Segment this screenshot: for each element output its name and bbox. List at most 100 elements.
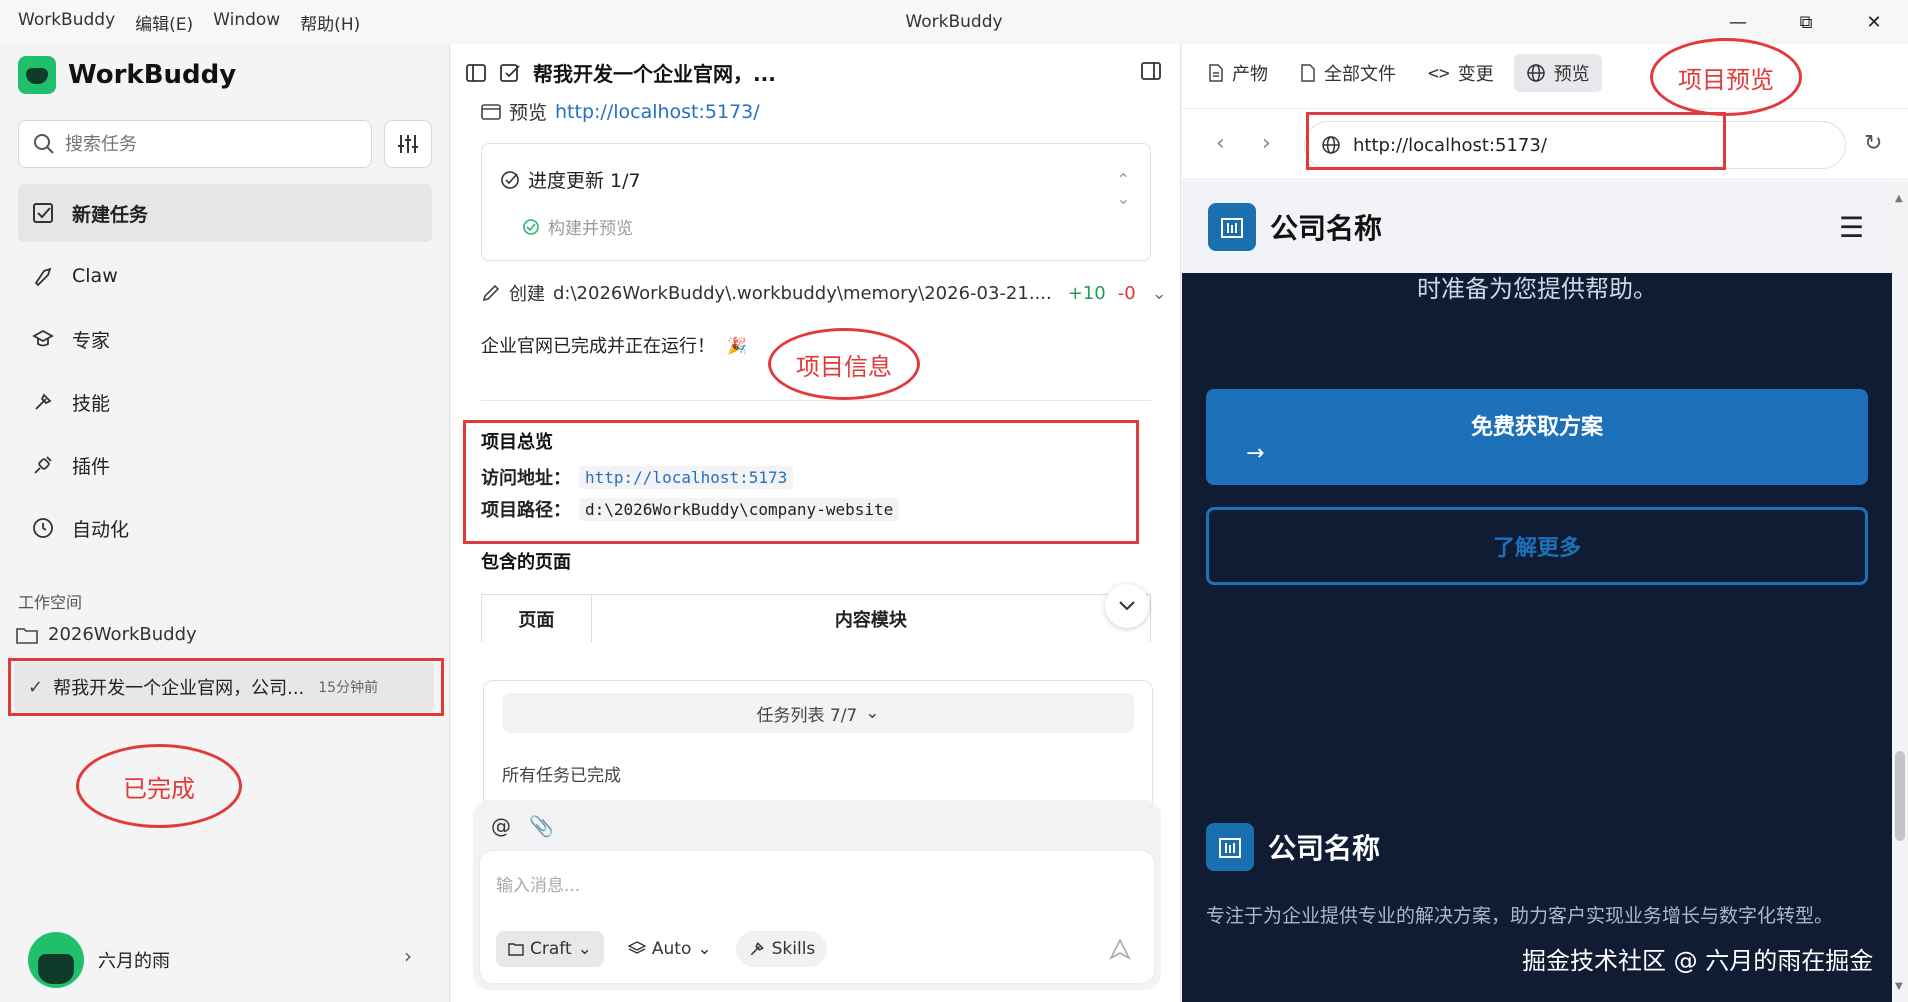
sidebar-item-label: 新建任务 — [72, 203, 149, 226]
message-placeholder: 输入消息... — [496, 876, 581, 896]
sidebar-item-claw[interactable]: Claw — [18, 247, 432, 305]
workspace-folder[interactable]: 2026WorkBuddy — [16, 624, 197, 645]
workspace-label: 工作空间 — [18, 593, 83, 612]
pencil-icon — [482, 284, 500, 302]
brand: WorkBuddy — [18, 56, 236, 94]
workspace-folder-name: 2026WorkBuddy — [48, 624, 197, 645]
diff-plus: +10 — [1067, 282, 1106, 304]
tab-label: 全部文件 — [1324, 64, 1396, 85]
skill-icon — [750, 942, 764, 956]
hero-text: 时准备为您提供帮助。 — [1417, 275, 1657, 303]
mention-icon[interactable]: @ — [491, 814, 511, 838]
chevron-right-icon[interactable]: › — [404, 944, 412, 968]
chevron-down-icon: ⌄ — [577, 939, 592, 959]
collapse-icon[interactable]: ⌃ ⌄ — [1117, 170, 1130, 208]
table-header-modules: 内容模块 — [834, 609, 907, 631]
edit-task-icon[interactable] — [499, 62, 521, 84]
sidebar-item-automation[interactable]: 自动化 — [18, 499, 432, 557]
sidebar-item-label: 技能 — [72, 392, 111, 415]
arrow-right-icon: → — [1246, 441, 1265, 466]
user-profile[interactable]: 六月的雨 — [28, 932, 170, 988]
menu-edit[interactable]: 编辑(E) — [127, 10, 205, 35]
tab-artifacts[interactable]: 产物 — [1196, 54, 1280, 92]
chat-title: 帮我开发一个企业官网，... — [533, 62, 776, 86]
filter-button[interactable] — [384, 120, 432, 168]
send-button[interactable] — [1102, 931, 1138, 967]
preview-panel: 产物 全部文件 <> 变更 预览 ‹ › http://localhost:51… — [1182, 44, 1908, 1002]
tab-label: 预览 — [1553, 64, 1590, 85]
sidebar-item-expert[interactable]: 专家 — [18, 310, 432, 368]
message-input[interactable]: 输入消息... Craft ⌄ Auto ⌄ Skills — [479, 850, 1155, 984]
attach-icon[interactable]: 📎 — [529, 814, 554, 838]
sidebar-toggle-icon[interactable] — [465, 62, 487, 84]
composer-bar: Craft ⌄ Auto ⌄ Skills — [496, 931, 828, 967]
footer-description: 专注于为企业提供专业的解决方案，助力客户实现业务增长与数字化转型。 — [1206, 905, 1834, 927]
composer-tools: @ 📎 — [491, 814, 554, 838]
tab-preview[interactable]: 预览 — [1513, 54, 1602, 92]
sidebar-item-plugin[interactable]: 插件 — [18, 436, 432, 494]
hamburger-menu-icon[interactable]: ☰ — [1839, 211, 1864, 244]
search-box[interactable] — [18, 120, 372, 168]
tab-changes[interactable]: <> 变更 — [1416, 54, 1506, 92]
scroll-up-icon[interactable]: ▲ — [1895, 193, 1903, 204]
user-name: 六月的雨 — [98, 951, 170, 972]
create-path: d:\2026WorkBuddy\.workbuddy\memory\2026-… — [553, 282, 1052, 304]
site-preview: 时准备为您提供帮助。 公司名称 ☰ 免费获取方案 → 了解更多 公司名称 专注于… — [1182, 181, 1892, 1002]
cta-primary-button[interactable]: 免费获取方案 → — [1206, 389, 1868, 485]
footer-site-name: 公司名称 — [1268, 832, 1381, 865]
sidebar-nav: 新建任务 Claw 专家 技能 插件 自动化 — [18, 184, 432, 562]
divider — [481, 400, 1151, 401]
preview-link[interactable]: http://localhost:5173/ — [555, 101, 760, 123]
menu-window[interactable]: Window — [205, 10, 292, 35]
tab-all-files[interactable]: 全部文件 — [1288, 54, 1408, 92]
document-icon — [1209, 64, 1223, 82]
scroll-down-button[interactable] — [1105, 584, 1149, 628]
annotation-task-box — [8, 658, 444, 716]
sidebar-item-new-task[interactable]: 新建任务 — [18, 184, 432, 242]
craft-label: Craft — [530, 939, 572, 959]
building-logo-icon — [1208, 203, 1256, 251]
panel-layout-icon[interactable] — [1140, 60, 1162, 82]
sidebar-item-label: 专家 — [72, 329, 111, 352]
search-icon — [34, 134, 54, 154]
reload-icon[interactable]: ↻ — [1864, 131, 1882, 156]
skills-button[interactable]: Skills — [735, 931, 828, 967]
back-icon[interactable]: ‹ — [1216, 131, 1225, 156]
code-icon: <> — [1428, 62, 1450, 84]
preview-scrollbar[interactable]: ▲ ▼ — [1892, 181, 1908, 1002]
cta-secondary-button[interactable]: 了解更多 — [1206, 507, 1868, 585]
tasklist-head-text: 任务列表 7/7 — [756, 705, 858, 726]
preview-line: 预览 http://localhost:5173/ — [481, 98, 760, 125]
skill-icon — [35, 393, 52, 410]
scrollbar-thumb[interactable] — [1895, 751, 1905, 841]
pages-title: 包含的页面 — [481, 552, 571, 573]
chevron-down-icon: ⌄ — [865, 703, 880, 723]
watermark: 掘金技术社区 @ 六月的雨在掘金 — [1522, 947, 1874, 975]
new-task-icon — [33, 203, 53, 223]
close-icon[interactable]: ✕ — [1840, 0, 1908, 44]
forward-icon[interactable]: › — [1262, 131, 1271, 156]
scroll-down-icon[interactable]: ▼ — [1895, 981, 1903, 992]
sidebar-item-skill[interactable]: 技能 — [18, 373, 432, 431]
search-input[interactable] — [65, 133, 345, 155]
progress-title: 进度更新 1/7 — [500, 166, 641, 193]
expert-icon — [32, 329, 54, 347]
menu-help[interactable]: 帮助(H) — [292, 10, 372, 35]
cta-primary-label: 免费获取方案 — [1470, 415, 1603, 440]
auto-model-button[interactable]: Auto ⌄ — [616, 931, 724, 967]
workbuddy-logo-icon — [18, 56, 56, 94]
restore-icon[interactable]: ⧉ — [1772, 0, 1840, 44]
create-label: 创建 — [509, 284, 545, 305]
chevron-down-icon[interactable]: ⌄ — [1152, 283, 1167, 304]
tasklist-toggle[interactable]: 任务列表 7/7 ⌄ — [502, 693, 1134, 733]
minimize-icon[interactable]: — — [1704, 0, 1772, 44]
globe-icon — [1526, 64, 1545, 82]
preview-label: 预览 — [509, 102, 548, 124]
menu-app[interactable]: WorkBuddy — [10, 10, 127, 35]
progress-step: 构建并预览 — [522, 214, 633, 239]
file-create-line[interactable]: 创建 d:\2026WorkBuddy\.workbuddy\memory\20… — [481, 280, 1167, 306]
craft-mode-button[interactable]: Craft ⌄ — [496, 931, 604, 967]
annotation-project-preview: 项目预览 — [1650, 38, 1802, 116]
filter-sliders-icon — [398, 135, 418, 153]
tab-label: 变更 — [1457, 64, 1494, 85]
